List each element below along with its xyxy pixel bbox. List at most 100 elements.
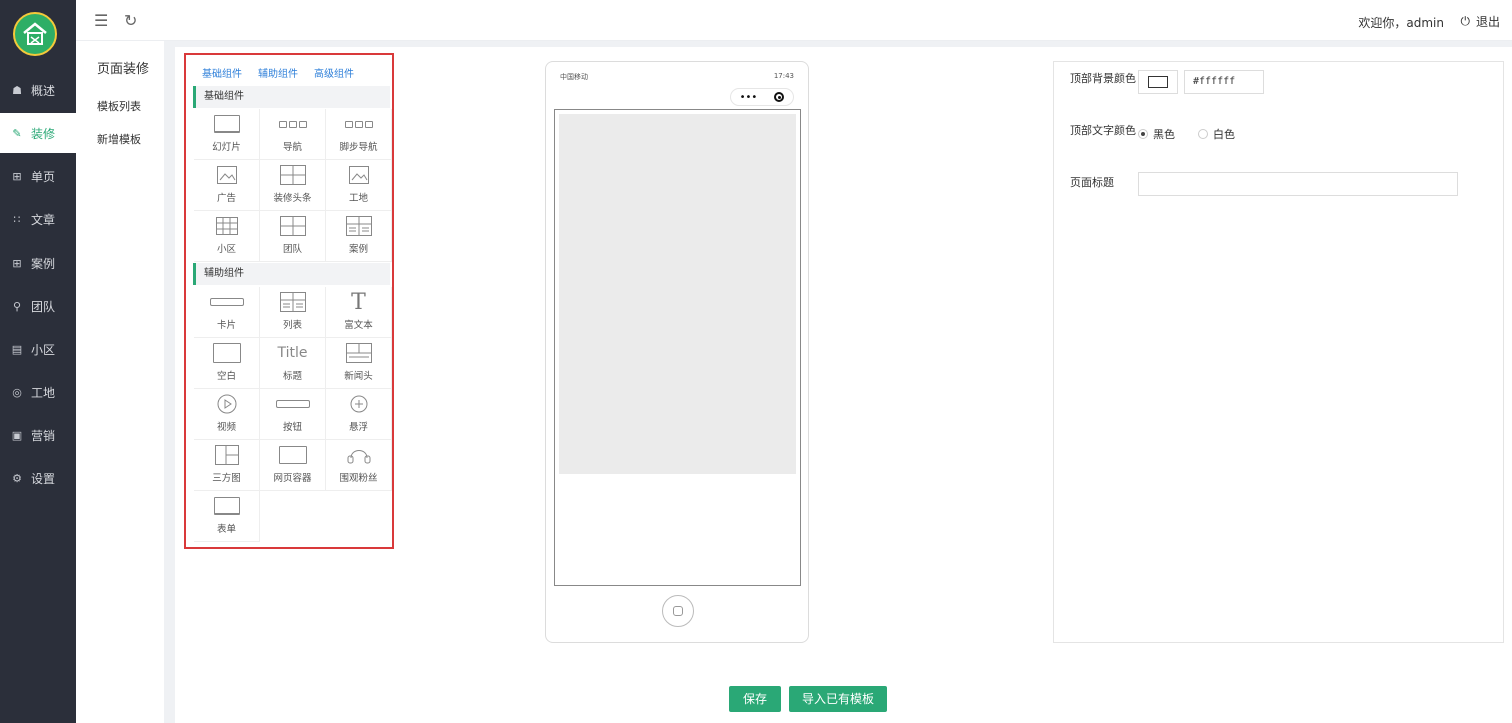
text-color-white-radio[interactable]: 白色 <box>1198 126 1235 142</box>
webview-icon <box>278 444 307 466</box>
drop-zone[interactable] <box>559 114 796 474</box>
save-button[interactable]: 保存 <box>729 686 781 712</box>
component-community[interactable]: 小区 <box>194 211 260 262</box>
component-button[interactable]: 按钮 <box>260 389 326 440</box>
sidebar-item-site[interactable]: ◎ 工地 <box>0 372 76 412</box>
component-ad[interactable]: 广告 <box>194 160 260 211</box>
sidebar-item-label: 概述 <box>31 83 56 98</box>
component-fans[interactable]: 围观粉丝 <box>326 440 392 491</box>
submenu-item-template-list[interactable]: 模板列表 <box>97 98 141 114</box>
import-template-button[interactable]: 导入已有模板 <box>789 686 887 712</box>
component-blank[interactable]: 空白 <box>194 338 260 389</box>
navigation-icon <box>278 113 307 135</box>
phone-screen[interactable] <box>554 109 801 586</box>
sidebar-item-settings[interactable]: ⚙ 设置 <box>0 458 76 498</box>
component-card[interactable]: 卡片 <box>194 287 260 338</box>
sidebar-item-single-page[interactable]: ⊞ 单页 <box>0 156 76 196</box>
submenu-title: 页面装修 <box>97 62 150 77</box>
sidebar-item-marketing[interactable]: ▣ 营销 <box>0 415 76 455</box>
table-icon <box>279 164 306 186</box>
form-icon <box>213 495 240 517</box>
list-grid-icon <box>345 215 372 237</box>
sub-menu: 页面装修 模板列表 新增模板 <box>76 41 164 723</box>
sidebar-item-overview[interactable]: ☗ 概述 <box>0 70 76 110</box>
tab-basic[interactable]: 基础组件 <box>202 65 242 80</box>
settings-panel: 顶部背景颜色 #ffffff 顶部文字颜色 黑色 白色 页面标题 <box>1053 61 1504 643</box>
sidebar-item-label: 单页 <box>31 169 56 184</box>
tab-advanced[interactable]: 高级组件 <box>314 65 354 80</box>
sidebar-item-community[interactable]: ▤ 小区 <box>0 329 76 369</box>
component-webview[interactable]: 网页容器 <box>260 440 326 491</box>
play-icon <box>217 393 237 415</box>
close-target-icon[interactable] <box>774 92 785 102</box>
brand-logo[interactable] <box>13 12 57 56</box>
component-form[interactable]: 表单 <box>194 491 260 542</box>
component-floating[interactable]: 悬浮 <box>326 389 392 440</box>
sidebar-item-label: 营销 <box>31 428 56 443</box>
home-button <box>662 595 694 627</box>
bg-color-input[interactable]: #ffffff <box>1184 70 1264 94</box>
submenu-item-new-template[interactable]: 新增模板 <box>97 131 141 147</box>
sidebar-item-cases[interactable]: ⊞ 案例 <box>0 243 76 283</box>
main-sidebar: ☗ 概述 ✎ 装修 ⊞ 单页 ∷ 文章 ⊞ 案例 ⚲ 团队 ▤ 小区 ◎ 工地 … <box>0 0 76 723</box>
section-header-auxiliary: 辅助组件 <box>193 263 390 285</box>
welcome-text: 欢迎你，admin <box>1358 16 1444 30</box>
sidebar-item-label: 案例 <box>31 256 56 271</box>
user-icon: ⚲ <box>12 299 22 313</box>
image-icon <box>348 164 369 186</box>
component-site[interactable]: 工地 <box>326 160 392 211</box>
tab-auxiliary[interactable]: 辅助组件 <box>258 65 298 80</box>
component-case[interactable]: 案例 <box>326 211 392 262</box>
component-footer-nav[interactable]: 脚步导航 <box>326 109 392 160</box>
sidebar-item-team[interactable]: ⚲ 团队 <box>0 286 76 326</box>
component-navigation[interactable]: 导航 <box>260 109 326 160</box>
component-headline[interactable]: 装修头条 <box>260 160 326 211</box>
component-title[interactable]: Title 标题 <box>260 338 326 389</box>
three-image-icon <box>214 444 239 466</box>
library-tabs: 基础组件 辅助组件 高级组件 <box>202 65 354 80</box>
component-video[interactable]: 视频 <box>194 389 260 440</box>
location-icon: ◎ <box>12 385 22 399</box>
menu-collapse-icon[interactable]: ☰ <box>94 11 108 30</box>
sidebar-item-label: 团队 <box>31 299 56 314</box>
mini-program-capsule[interactable]: ••• <box>730 88 794 106</box>
top-bar: ☰ ↻ 欢迎你，admin ⏻ 退出 <box>76 0 1512 41</box>
bg-color-swatch[interactable] <box>1138 70 1178 94</box>
component-rich-text[interactable]: T 富文本 <box>326 287 392 338</box>
component-list[interactable]: 列表 <box>260 287 326 338</box>
sidebar-item-label: 文章 <box>31 212 56 227</box>
list-grid-icon <box>279 291 306 313</box>
grid-icon: ∷ <box>13 212 21 226</box>
settings-icon: ⚙ <box>12 471 22 485</box>
component-library: 基础组件 辅助组件 高级组件 基础组件 幻灯片 导航 脚步导航 广告 装修头条 … <box>184 53 394 549</box>
home-icon: ☗ <box>12 83 22 97</box>
refresh-icon[interactable]: ↻ <box>124 11 137 30</box>
page-title-input[interactable] <box>1138 172 1458 196</box>
phone-preview: 中国移动 17:43 ••• <box>545 61 809 643</box>
table-icon <box>279 215 306 237</box>
sidebar-item-label: 装修 <box>31 126 56 141</box>
section-header-basic: 基础组件 <box>193 86 390 108</box>
component-three-image[interactable]: 三方图 <box>194 440 260 491</box>
text-color-label: 顶部文字颜色 <box>1070 124 1136 137</box>
sidebar-item-decoration[interactable]: ✎ 装修 <box>0 113 76 153</box>
marketing-icon: ▣ <box>11 428 23 442</box>
brush-icon: ✎ <box>12 126 22 140</box>
more-icon[interactable]: ••• <box>740 92 758 103</box>
blank-icon <box>212 342 241 364</box>
component-slideshow[interactable]: 幻灯片 <box>194 109 260 160</box>
logout-button[interactable]: ⏻ 退出 <box>1460 13 1500 30</box>
component-news-header[interactable]: 新闻头 <box>326 338 392 389</box>
card-icon <box>209 291 244 313</box>
house-logo-icon <box>23 22 47 45</box>
sidebar-item-label: 工地 <box>31 385 56 400</box>
radio-unchecked-icon <box>1198 129 1208 139</box>
sidebar-item-label: 设置 <box>31 471 56 486</box>
building-icon: ▤ <box>11 342 23 356</box>
table-icon <box>345 342 372 364</box>
component-team[interactable]: 团队 <box>260 211 326 262</box>
footer-nav-icon <box>344 113 373 135</box>
text-color-black-radio[interactable]: 黑色 <box>1138 126 1175 142</box>
sidebar-item-articles[interactable]: ∷ 文章 <box>0 199 76 239</box>
sidebar-item-label: 小区 <box>31 342 56 357</box>
